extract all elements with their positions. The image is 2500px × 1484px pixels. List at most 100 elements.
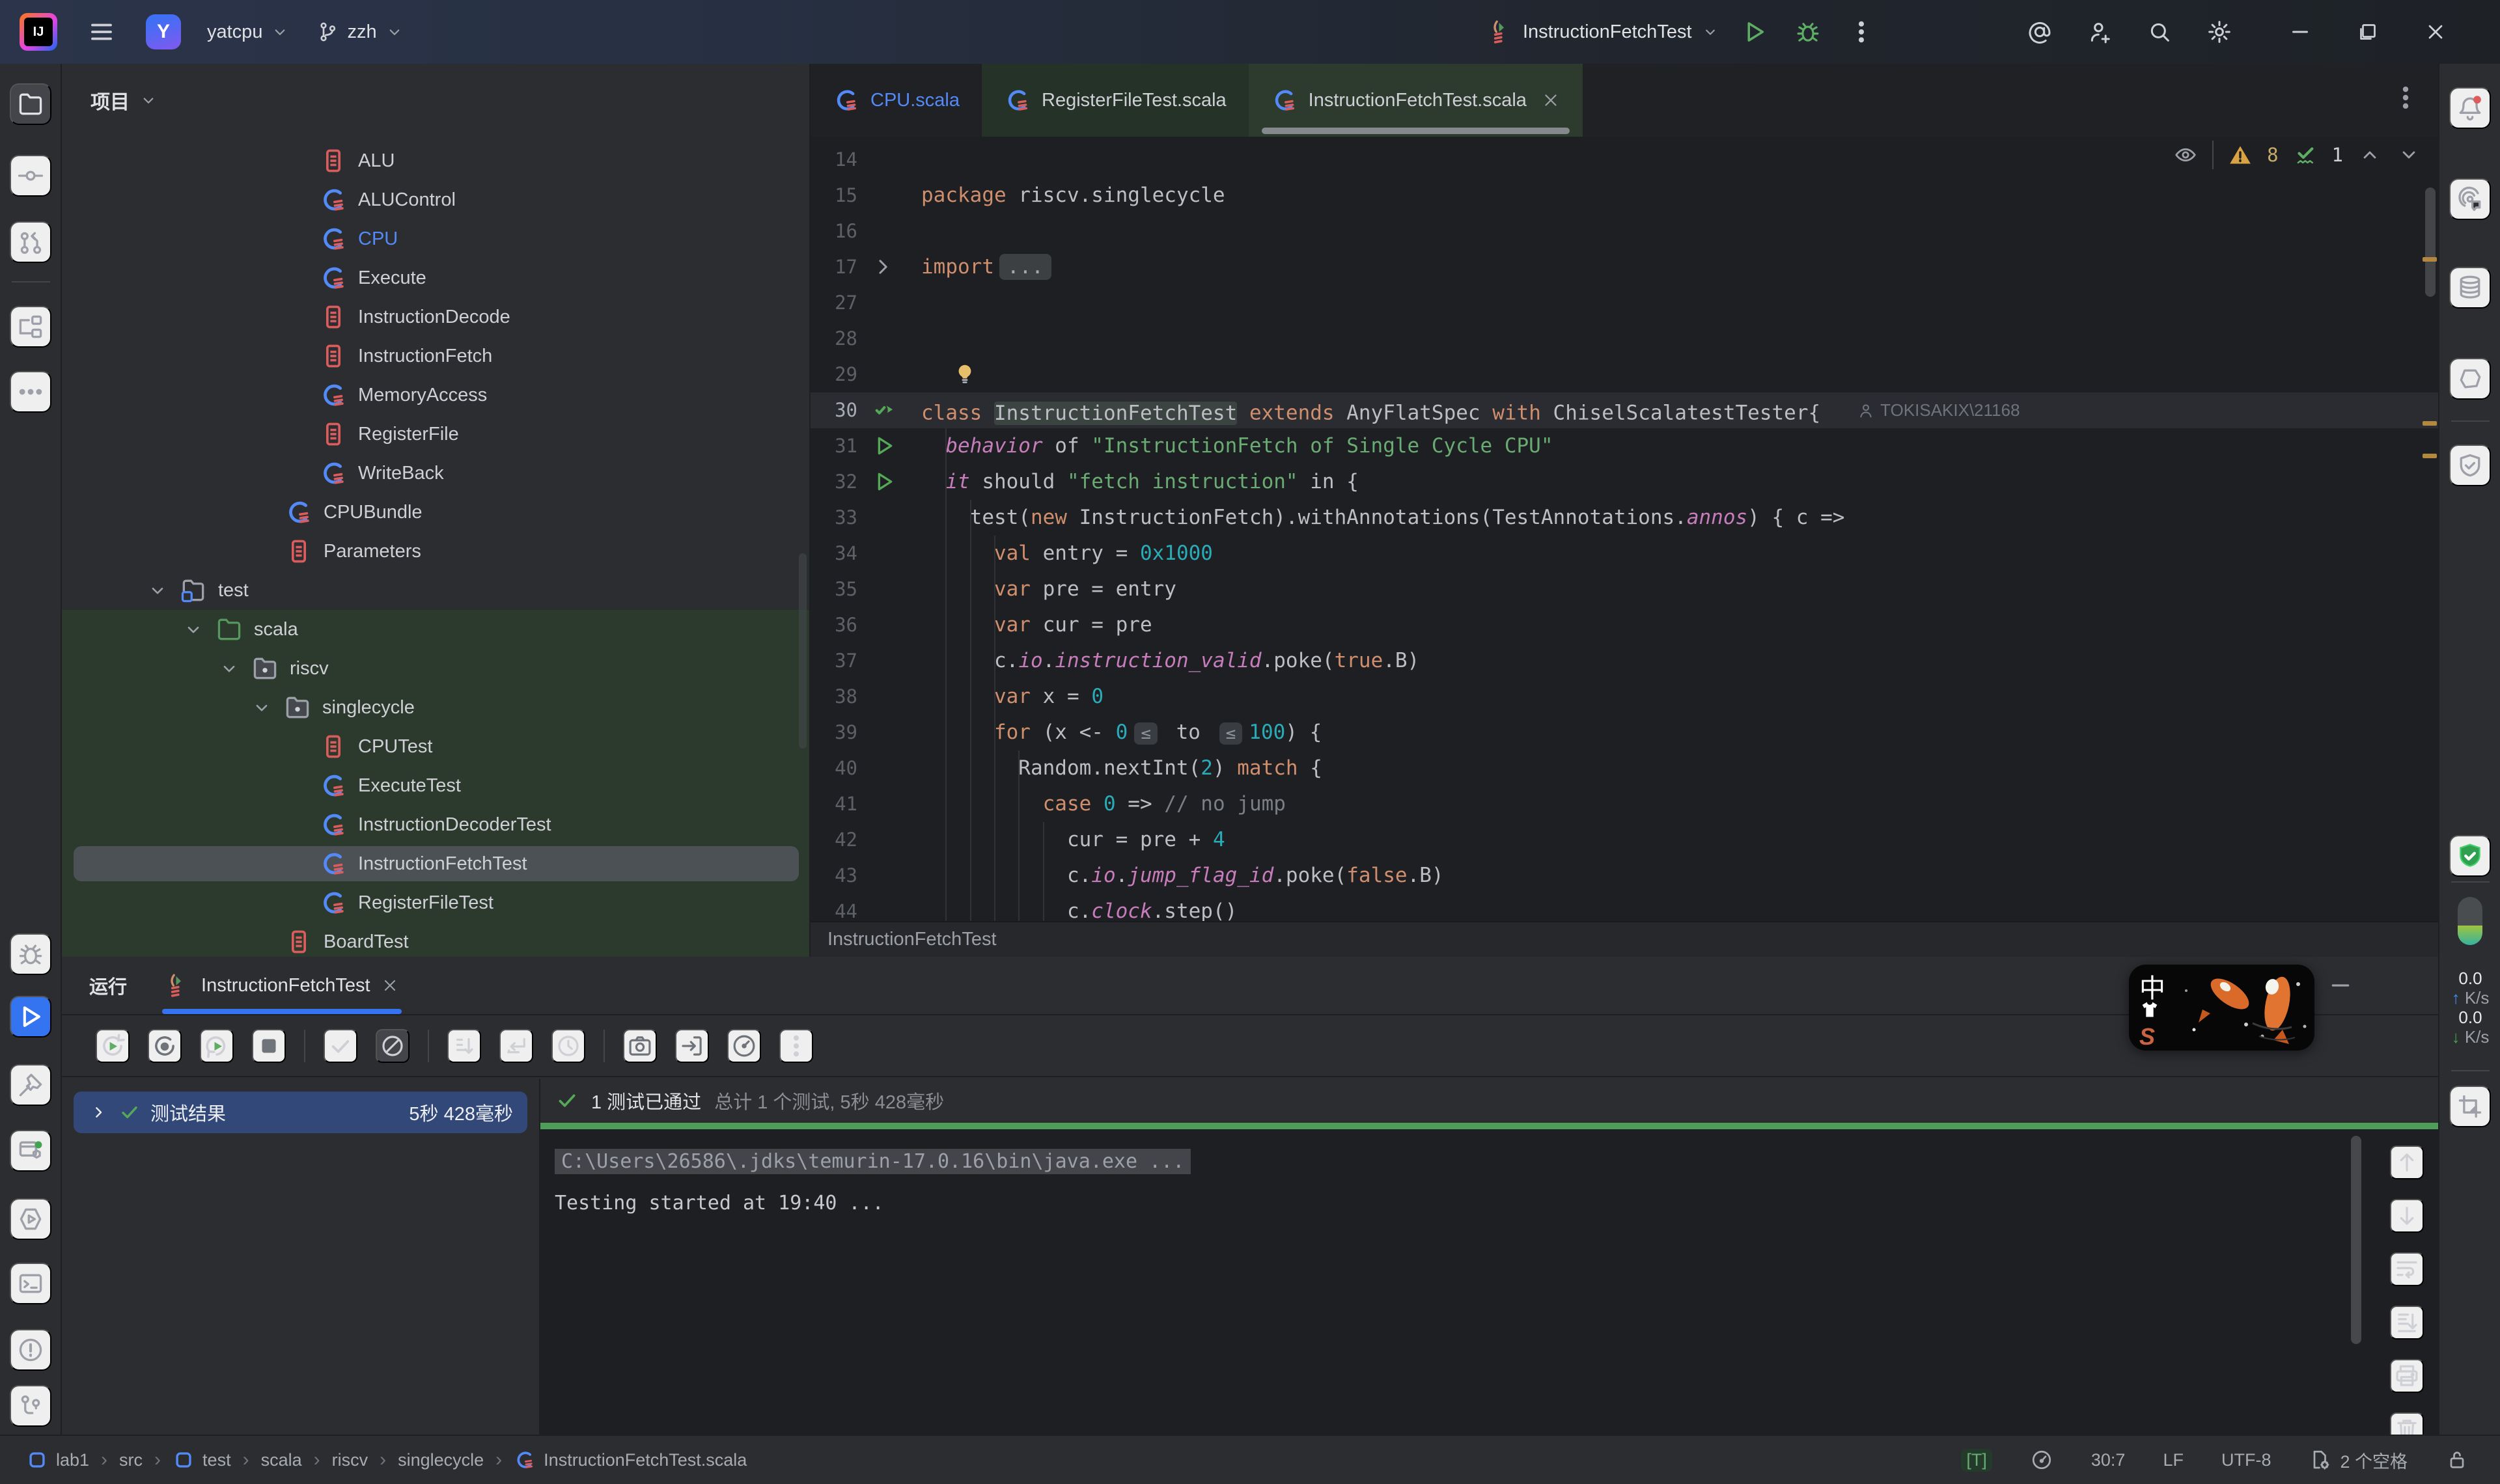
tool-build-button[interactable] [10,1064,51,1106]
test-history-button[interactable] [551,1029,585,1063]
scroll-to-end-button[interactable] [2390,1306,2424,1340]
caret-position[interactable]: 30:7 [2091,1450,2126,1470]
expand-chevron-icon[interactable] [146,579,169,601]
scroll-up-button[interactable] [2390,1146,2424,1179]
tree-item-instructionfetch[interactable]: InstructionFetch [62,337,809,376]
search-everywhere-button[interactable] [2141,14,2178,50]
tree-item-alucontrol[interactable]: ALUControl [62,180,809,219]
snapshot-button[interactable] [623,1029,657,1063]
toggle-auto-test-button[interactable] [200,1029,234,1063]
rerun-button[interactable] [96,1029,130,1063]
breadcrumb-test[interactable]: test [173,1449,231,1471]
tool-commit-button[interactable] [10,155,51,197]
line-number[interactable]: 38 [811,679,857,715]
code-line-17[interactable]: 17import... [811,249,2438,285]
line-number[interactable]: 41 [811,786,857,822]
line-number[interactable]: 30 [811,392,857,428]
test-results-row[interactable]: 测试结果 5秒 428毫秒 [74,1092,527,1133]
line-number[interactable]: 15 [811,178,857,213]
code-line-27[interactable]: 27 [811,285,2438,321]
code-line-41[interactable]: 41 case 0 => // no jump [811,786,2438,822]
code-line-30[interactable]: 30class InstructionFetchTest extends Any… [811,392,2438,428]
rerun-failed-button[interactable] [148,1029,182,1063]
vcs-branch-selector[interactable]: zzh [316,20,404,44]
run-class-passed-icon[interactable] [870,397,896,423]
import-tests-button[interactable] [675,1029,709,1063]
line-number[interactable]: 27 [811,285,857,321]
expand-icon[interactable] [88,1102,109,1123]
eye-icon[interactable] [2173,143,2198,167]
run-test-gutter-icon[interactable] [870,433,896,459]
expand-chevron-icon[interactable] [182,618,204,640]
tool-structure-button[interactable] [10,306,51,348]
tool-profiler-button[interactable] [10,1198,51,1240]
line-number[interactable]: 16 [811,213,857,249]
tree-item-execute[interactable]: Execute [62,258,809,297]
screenshot-tool-button[interactable] [2449,1086,2491,1127]
hide-panel-icon[interactable] [2327,972,2354,998]
project-panel-header[interactable]: 项目 [62,64,809,137]
tree-item-boardtest[interactable]: BoardTest [62,922,809,957]
window-close-button[interactable] [2417,14,2454,50]
warning-stripe-mark[interactable] [2423,454,2437,458]
code-line-31[interactable]: 31 behavior of "InstructionFetch of Sing… [811,428,2438,464]
file-encoding[interactable]: UTF-8 [2221,1450,2271,1470]
console-output[interactable]: C:\Users\26586\.jdks\temurin-17.0.16\bin… [540,1129,2438,1435]
notifications-button[interactable] [2449,87,2491,129]
soft-wrap-button[interactable] [2390,1252,2424,1286]
line-separator[interactable]: LF [2163,1450,2184,1470]
more-toolbar-button[interactable] [779,1029,813,1063]
fold-arrow-icon[interactable] [870,254,896,280]
tool-dependencies-button[interactable] [2449,445,2491,486]
console-scrollbar[interactable] [2351,1136,2361,1344]
code-line-32[interactable]: 32 it should "fetch instruction" in { [811,464,2438,500]
show-ignored-button[interactable] [376,1029,410,1063]
debug-button[interactable] [1790,14,1826,50]
tab-instructionfetchtest-scala[interactable]: InstructionFetchTest.scala [1249,64,1583,137]
code-line-16[interactable]: 16 [811,213,2438,249]
line-number[interactable]: 35 [811,571,857,607]
line-number[interactable]: 43 [811,858,857,894]
project-scrollbar[interactable] [799,553,807,749]
tree-item-parameters[interactable]: Parameters [62,532,809,571]
translation-widget[interactable]: [T] [1961,1449,1992,1472]
tree-item-cpu[interactable]: CPU [62,219,809,258]
tree-item-cpubundle[interactable]: CPUBundle [62,493,809,532]
breadcrumb-src[interactable]: src [119,1450,143,1470]
tool-database-button[interactable] [2449,267,2491,309]
code-line-15[interactable]: 15package riscv.singlecycle [811,178,2438,213]
tool-ai-chat-button[interactable] [2449,178,2491,220]
warning-icon[interactable] [2228,143,2253,167]
code-line-43[interactable]: 43 c.io.jump_flag_id.poke(false.B) [811,858,2438,894]
tree-item-instructiondecode[interactable]: InstructionDecode [62,297,809,337]
code-line-34[interactable]: 34 val entry = 0x1000 [811,536,2438,571]
close-run-tab-icon[interactable] [381,976,399,995]
window-minimize-button[interactable] [2282,14,2318,50]
print-button[interactable] [2390,1359,2424,1393]
line-number[interactable]: 36 [811,607,857,643]
grammar-check-icon[interactable] [2293,143,2318,167]
breadcrumb-lab1[interactable]: lab1 [26,1449,89,1471]
tree-item-alu[interactable]: ALU [62,141,809,180]
tool-debug-button[interactable] [10,933,51,975]
tree-item-instructiondecodertest[interactable]: InstructionDecoderTest [62,805,809,844]
run-button[interactable] [1736,14,1773,50]
line-number[interactable]: 37 [811,643,857,679]
line-number[interactable]: 31 [811,428,857,464]
tree-item-singlecycle[interactable]: singlecycle [62,688,809,727]
warning-stripe-mark[interactable] [2423,257,2437,262]
code-line-38[interactable]: 38 var x = 0 [811,679,2438,715]
tool-git-button[interactable] [10,1385,51,1427]
code-line-42[interactable]: 42 cur = pre + 4 [811,822,2438,858]
line-number[interactable]: 33 [811,500,857,536]
code-line-35[interactable]: 35 var pre = entry [811,571,2438,607]
tabs-more-icon[interactable] [2391,83,2420,112]
window-restore-button[interactable] [2350,14,2386,50]
tree-item-scala[interactable]: scala [62,610,809,649]
tree-item-memoryaccess[interactable]: MemoryAccess [62,376,809,415]
tool-problems-button[interactable] [10,1329,51,1371]
tree-item-registerfile[interactable]: RegisterFile [62,415,809,454]
breadcrumb-scala[interactable]: scala [261,1450,302,1470]
writable-lock-icon[interactable] [2445,1448,2469,1472]
tree-item-registerfiletest[interactable]: RegisterFileTest [62,883,809,922]
